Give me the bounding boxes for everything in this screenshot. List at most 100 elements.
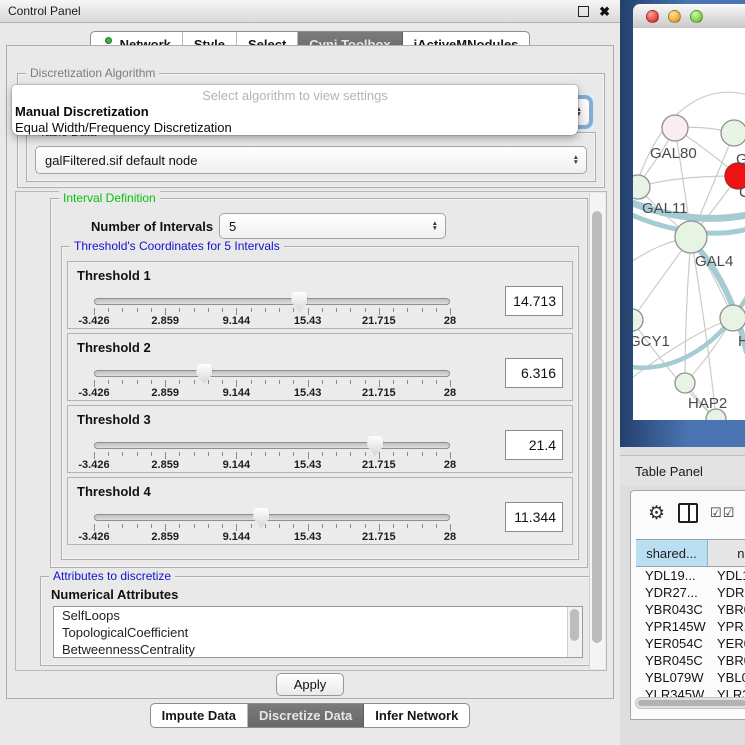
table-cell-shared-name: YDL19... (636, 567, 708, 584)
network-edge[interactable] (685, 237, 691, 383)
minimize-traffic-light-icon[interactable] (668, 10, 681, 23)
close-traffic-light-icon[interactable] (646, 10, 659, 23)
slider-tick (151, 380, 152, 384)
slider-track[interactable] (94, 298, 450, 305)
slider-tick (379, 524, 380, 531)
slider-tick (222, 380, 223, 384)
table-row[interactable]: YBR043CYBR0 (636, 601, 745, 618)
group-title-discretization-algorithm: Discretization Algorithm (26, 66, 159, 80)
network-window-titlebar[interactable] (633, 4, 745, 29)
network-node-GCY1[interactable] (633, 309, 643, 331)
slider-tick (279, 308, 280, 312)
column-header-shared-name[interactable]: shared... (636, 540, 708, 566)
threshold-1-slider[interactable]: -3.4262.8599.14415.4321.71528 (94, 290, 450, 326)
network-node-GAL11[interactable] (633, 175, 650, 199)
threshold-2-slider[interactable]: -3.4262.8599.14415.4321.71528 (94, 362, 450, 398)
slider-tick (94, 452, 95, 459)
slider-tick (94, 524, 95, 531)
network-node-GAL4[interactable] (675, 221, 707, 253)
table-panel-title: Table Panel (635, 464, 703, 479)
float-window-icon[interactable] (578, 6, 589, 17)
table-row[interactable]: YDL19...YDL1 (636, 567, 745, 584)
columns-icon[interactable] (678, 503, 698, 523)
table-row[interactable]: YBR045CYBR0 (636, 652, 745, 669)
table-row[interactable]: YPR145WYPR1 (636, 618, 745, 635)
slider-tick-label: 28 (444, 387, 456, 399)
network-node-node-h[interactable] (720, 305, 745, 331)
list-item[interactable]: SelfLoops (54, 607, 582, 624)
slider-tick (151, 524, 152, 528)
select-columns-icons[interactable]: ☑☑ (710, 505, 735, 521)
slider-tick-label: 9.144 (223, 315, 251, 327)
slider-track[interactable] (94, 514, 450, 521)
table-row[interactable]: YER054CYER0 (636, 635, 745, 652)
list-item[interactable]: TopologicalCoefficient (54, 624, 582, 641)
close-icon[interactable]: ✖ (599, 5, 610, 18)
slider-tick (450, 452, 451, 459)
list-item[interactable]: BetweennessCentrality (54, 641, 582, 658)
table-row[interactable]: YDR27...YDR2 (636, 584, 745, 601)
slider-tick (236, 380, 237, 387)
table-horizontal-scrollbar[interactable] (635, 697, 745, 709)
slider-tick (208, 524, 209, 528)
network-node-GAL80[interactable] (662, 115, 688, 141)
threshold-4-slider[interactable]: -3.4262.8599.14415.4321.71528 (94, 506, 450, 542)
table-cell-shared-name: YBL079W (636, 669, 708, 686)
slider-tick (436, 380, 437, 384)
gear-icon[interactable]: ⚙ (648, 504, 665, 523)
network-edge[interactable] (638, 176, 738, 187)
slider-tick-label: -3.426 (78, 531, 109, 543)
number-of-intervals-combobox[interactable]: 5 ▲▼ (219, 213, 446, 239)
table-data-combobox[interactable]: galFiltered.sif default node ▲▼ (35, 146, 587, 174)
slider-tick (222, 524, 223, 528)
table-cell-name: YPR1 (708, 618, 745, 635)
slider-tick (365, 524, 366, 528)
popup-item-manual-discretization[interactable]: Manual Discretization (12, 104, 578, 120)
scrollbar-thumb[interactable] (592, 211, 602, 643)
slider-tick (279, 524, 280, 528)
list-vertical-scrollbar[interactable] (567, 607, 582, 657)
threshold-3-slider[interactable]: -3.4262.8599.14415.4321.71528 (94, 434, 450, 470)
slider-track[interactable] (94, 370, 450, 377)
slider-tick (122, 524, 123, 528)
apply-button[interactable]: Apply (276, 673, 344, 696)
scrollbar-thumb[interactable] (570, 609, 579, 641)
slider-thumb[interactable] (196, 364, 212, 384)
slider-tick (450, 380, 451, 387)
tab-impute-data[interactable]: Impute Data (151, 704, 248, 727)
threshold-3-value-field[interactable]: 21.4 (505, 430, 563, 460)
column-header-name[interactable]: na (708, 540, 745, 566)
slider-tick (194, 524, 195, 528)
slider-thumb[interactable] (367, 436, 383, 456)
slider-tick-label: -3.426 (78, 387, 109, 399)
network-node-node-ga[interactable] (721, 120, 745, 146)
popup-item-equal-width-frequency[interactable]: Equal Width/Frequency Discretization (12, 120, 578, 136)
popup-placeholder: Select algorithm to view settings (12, 87, 578, 104)
slider-tick-label: 21.715 (362, 531, 396, 543)
network-canvas[interactable]: GAL80GACGAL11GAL4GCY1HHAP2 (633, 28, 745, 420)
tab-discretize-data[interactable]: Discretize Data (248, 704, 364, 727)
slider-track[interactable] (94, 442, 450, 449)
table-data-combobox-value: galFiltered.sif default node (45, 153, 197, 168)
slider-tick (422, 380, 423, 384)
zoom-traffic-light-icon[interactable] (690, 10, 703, 23)
table-row[interactable]: YBL079WYBL0 (636, 669, 745, 686)
scrollbar-thumb[interactable] (638, 700, 745, 706)
threshold-4-value-field[interactable]: 11.344 (505, 502, 563, 532)
threshold-1-value-field[interactable]: 14.713 (505, 286, 563, 316)
slider-tick (251, 308, 252, 312)
group-title-interval-definition: Interval Definition (59, 191, 160, 205)
slider-thumb[interactable] (253, 508, 269, 528)
right-region: GAL80GACGAL11GAL4GCY1HHAP2 Table Panel ⚙… (620, 0, 745, 745)
network-node-label: GAL11 (642, 200, 688, 217)
slider-tick (293, 452, 294, 456)
slider-tick (308, 452, 309, 459)
tab-infer-network[interactable]: Infer Network (364, 704, 469, 727)
interval-definition-group: Interval Definition Number of Intervals … (50, 198, 588, 568)
settings-vertical-scrollbar[interactable] (589, 193, 605, 669)
network-node-HAP2[interactable] (675, 373, 695, 393)
slider-tick (179, 308, 180, 312)
slider-tick (422, 308, 423, 312)
threshold-2-value-field[interactable]: 6.316 (505, 358, 563, 388)
numerical-attributes-list[interactable]: SelfLoopsTopologicalCoefficientBetweenne… (53, 606, 583, 658)
